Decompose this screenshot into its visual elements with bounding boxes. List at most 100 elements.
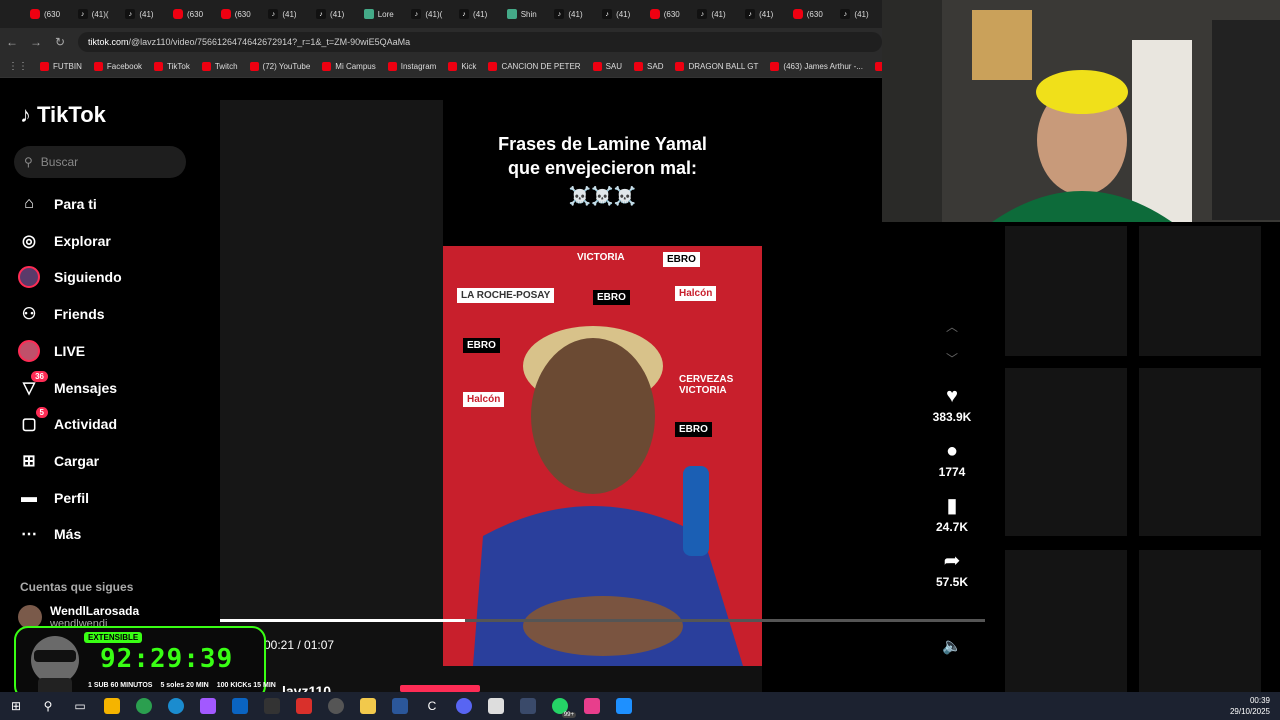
messages-icon: ▽ 36 — [18, 370, 48, 399]
app-red-icon[interactable] — [288, 692, 320, 720]
whatsapp-badge: 99+ — [561, 712, 576, 718]
bookmark-item[interactable]: (72) YouTube — [249, 61, 310, 71]
bookmark-item[interactable]: Mi Campus — [322, 61, 376, 71]
share-icon: ➦ — [943, 550, 961, 572]
sidebar-item-live[interactable]: LIVE — [18, 339, 85, 362]
windows-start-icon[interactable]: ⊞ — [0, 692, 32, 720]
browser-tab[interactable]: ♪ (41) — [691, 0, 739, 28]
browser-tab[interactable]: Shin — [501, 0, 549, 28]
browser-tab[interactable]: ♪ (41) — [262, 0, 310, 28]
apps-icon[interactable]: ⋮⋮ — [8, 61, 28, 72]
video-thumbnail[interactable] — [1005, 226, 1127, 356]
edge-icon[interactable] — [160, 692, 192, 720]
bookmark-item[interactable]: Facebook — [93, 61, 142, 71]
discord-icon[interactable] — [448, 692, 480, 720]
follow-button[interactable] — [400, 685, 480, 692]
browser-tab[interactable]: ♪ (41) — [119, 0, 167, 28]
bookmark-item[interactable]: TikTok — [154, 61, 190, 71]
back-icon[interactable]: ← — [0, 35, 24, 49]
app-c-icon[interactable]: C — [416, 692, 448, 720]
app-circle-icon[interactable] — [320, 692, 352, 720]
sidebar-item-para-ti[interactable]: ⌂ Para ti — [18, 193, 97, 215]
outlook-icon[interactable] — [224, 692, 256, 720]
whatsapp-icon[interactable]: 99+ — [544, 692, 576, 720]
sidebar-item-cargar[interactable]: ⊞ Cargar — [18, 450, 99, 472]
bookmark-item[interactable]: Kick — [448, 61, 476, 71]
tiktok-icon: ♪ — [268, 9, 279, 19]
video-thumbnail[interactable] — [1139, 368, 1261, 536]
capcut-icon[interactable] — [256, 692, 288, 720]
browser-tab[interactable]: Lore — [358, 0, 406, 28]
bookmark-item[interactable]: AM — [875, 61, 882, 71]
comment-button[interactable]: ● 1774 — [922, 439, 982, 479]
search-icon[interactable]: ⚲ — [32, 692, 64, 720]
mascot-avatar — [31, 636, 79, 696]
browser-tab[interactable]: (630 — [167, 0, 215, 28]
app-pink-icon[interactable] — [576, 692, 608, 720]
video-thumbnail[interactable] — [1005, 368, 1127, 536]
system-clock[interactable]: 00:39 29/10/2025 — [1230, 695, 1270, 717]
browser-tab[interactable]: ♪ (41) — [596, 0, 644, 28]
timer-rules: 1 SUB 60 MINUTOS 5 soles 20 MIN 100 KICK… — [88, 682, 276, 689]
calculator-icon[interactable] — [512, 692, 544, 720]
sidebar-item-más[interactable]: ⋯ Más — [18, 523, 81, 545]
browser-tab[interactable]: ♪ (41) — [453, 0, 501, 28]
chevron-down-icon[interactable]: ﹀ — [922, 350, 982, 367]
app-bird-icon[interactable] — [480, 692, 512, 720]
save-button[interactable]: ▮ 24.7K — [922, 494, 982, 534]
bookmark-item[interactable]: CANCION DE PETER — [488, 61, 581, 71]
reload-icon[interactable]: ↻ — [48, 35, 72, 49]
bookmark-item[interactable]: Twitch — [201, 61, 238, 71]
sidebar-item-explorar[interactable]: ◎ Explorar — [18, 230, 111, 252]
browser-tab[interactable]: (630 — [215, 0, 263, 28]
sidebar-item-actividad[interactable]: ▢ 5 Actividad — [18, 407, 117, 435]
task-view-icon[interactable]: ▭ — [64, 692, 96, 720]
bookmark-item[interactable]: SAU — [592, 61, 622, 71]
tiktok-icon: ♪ — [77, 9, 88, 19]
following-account-name: WendlLarosada — [50, 604, 140, 618]
browser-tab[interactable]: ♪ (41) — [548, 0, 596, 28]
bookmark-item[interactable]: DRAGON BALL GT — [675, 61, 758, 71]
browser-tab[interactable]: ♪ (41)( — [72, 0, 120, 28]
word-icon[interactable] — [384, 692, 416, 720]
app-blue-icon[interactable] — [608, 692, 640, 720]
like-button[interactable]: ♥ 383.9K — [922, 384, 982, 424]
browser-tab[interactable]: ♪ (41) — [739, 0, 787, 28]
forward-icon[interactable]: → — [24, 35, 48, 49]
tiktok-logo[interactable]: ♪ TikTok — [20, 102, 106, 128]
bookmark-favicon-icon — [675, 61, 685, 71]
browser-tab[interactable]: ♪ (41)( — [405, 0, 453, 28]
sidebar-item-perfil[interactable]: ▬ Perfil — [18, 487, 89, 509]
bookmark-item[interactable]: (463) James Arthur -... — [770, 61, 863, 71]
share-button[interactable]: ➦ 57.5K — [922, 549, 982, 589]
file-explorer-icon[interactable] — [352, 692, 384, 720]
video-thumbnail[interactable] — [1139, 226, 1261, 356]
video-thumbnail[interactable] — [1005, 550, 1127, 692]
search-input[interactable]: ⚲ Buscar — [14, 146, 186, 178]
browser-tab[interactable]: ♪ (41) — [834, 0, 882, 28]
browser-tab[interactable]: (630 — [24, 0, 72, 28]
browser-tab[interactable]: (630 — [787, 0, 835, 28]
video-time: 00:21 / 01:07 — [264, 638, 335, 652]
video-frame[interactable]: VICTORIA EBRO LA ROCHE-POSAY EBRO Halcón EBRO… — [443, 246, 762, 666]
sidebar-item-friends[interactable]: ⚇ Friends — [18, 303, 105, 325]
chevron-up-icon[interactable]: ︿ — [922, 318, 982, 335]
browser-tab[interactable]: (630 — [644, 0, 692, 28]
caption-line-1: Frases de Lamine Yamal — [498, 134, 707, 154]
volume-icon[interactable]: 🔈 — [942, 636, 962, 656]
browser-tab-label: (41)( — [425, 9, 443, 19]
sidebar-item-mensajes[interactable]: ▽ 36 Mensajes — [18, 370, 117, 399]
video-thumbnail[interactable] — [1139, 550, 1261, 692]
store-icon[interactable] — [96, 692, 128, 720]
activity-icon: ▢ 5 — [18, 407, 48, 435]
browser-tab[interactable]: ♪ (41) — [310, 0, 358, 28]
url-field[interactable]: tiktok.com/@lavz110/video/75661264746426… — [78, 31, 882, 52]
sidebar-item-siguiendo[interactable]: Siguiendo — [18, 266, 122, 289]
bookmark-item[interactable]: Instagram — [387, 61, 436, 71]
timer-rule: 5 soles 20 MIN — [160, 682, 209, 689]
sidebar-item-label: Siguiendo — [54, 269, 122, 286]
bookmark-item[interactable]: FUTBIN — [40, 61, 82, 71]
chrome-icon[interactable] — [128, 692, 160, 720]
bookmark-item[interactable]: SAD — [634, 61, 663, 71]
figma-icon[interactable] — [192, 692, 224, 720]
